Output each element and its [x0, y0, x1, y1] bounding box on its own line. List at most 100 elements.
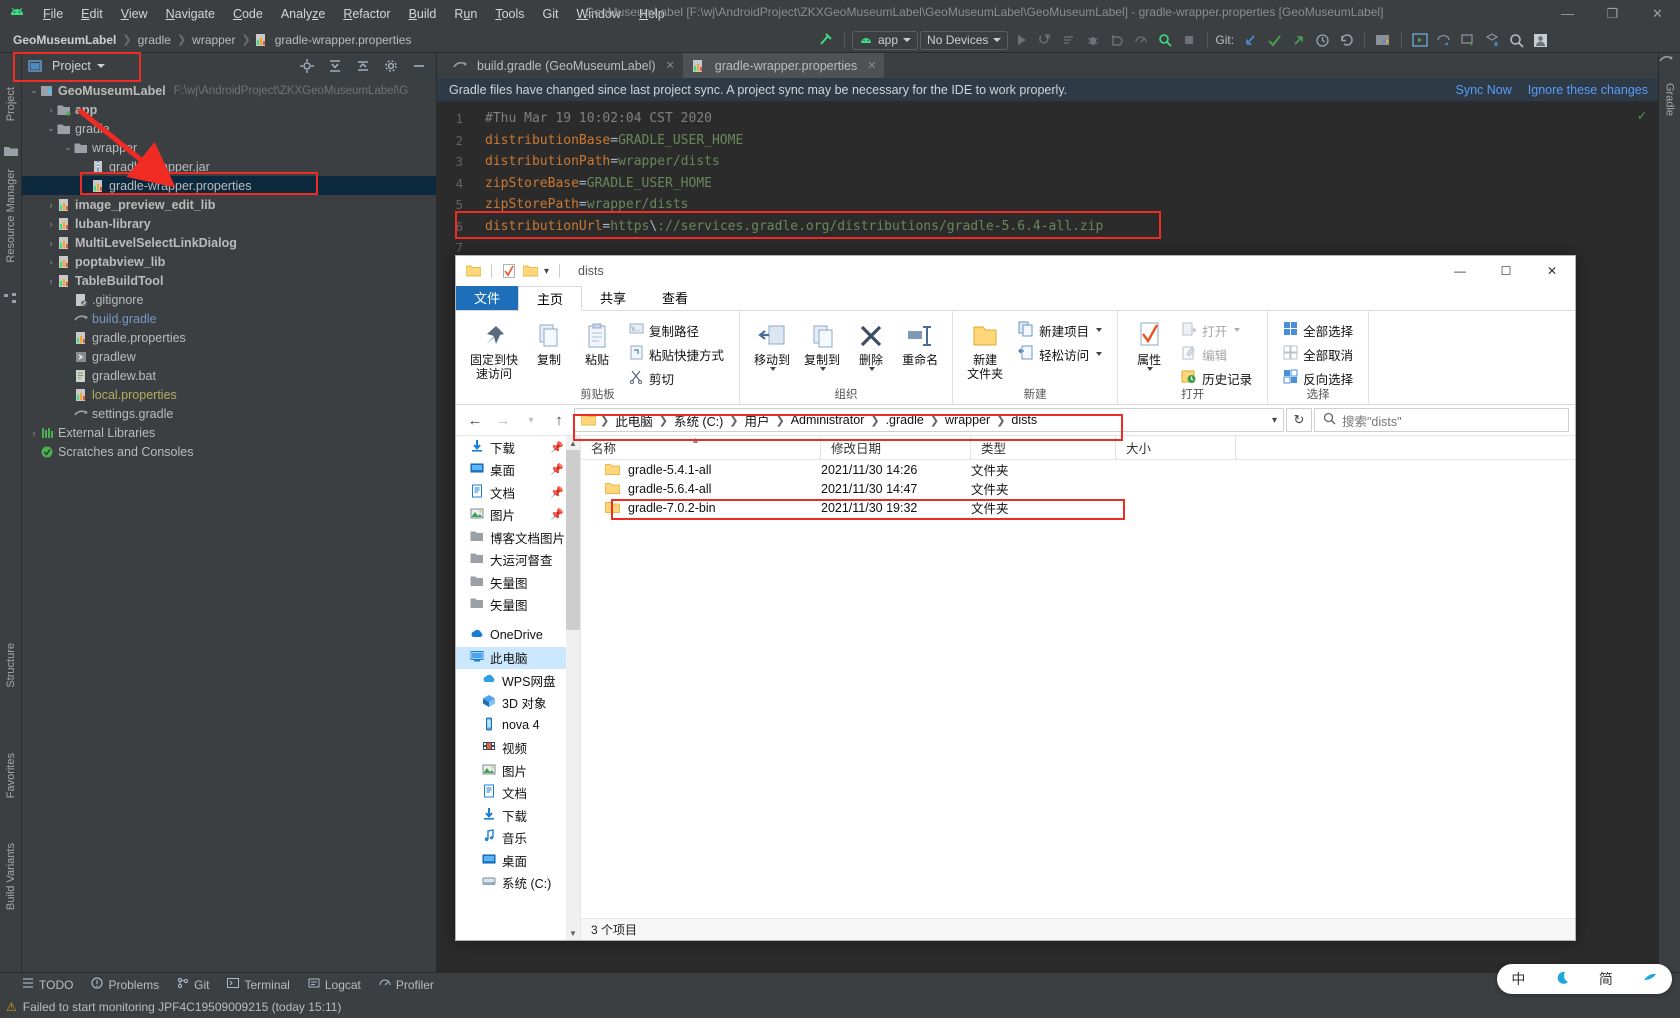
pin-icon[interactable]: 📌	[550, 486, 564, 499]
rename-button[interactable]: 重命名	[896, 315, 944, 367]
bottom-item-terminal[interactable]: Terminal	[227, 977, 290, 992]
code-line[interactable]: distributionBase=GRADLE_USER_HOME	[485, 130, 1658, 152]
locate-file-icon[interactable]	[296, 55, 318, 77]
paste-shortcut-button[interactable]: 粘贴快捷方式	[626, 344, 727, 364]
tree-expand-arrow-icon[interactable]: ⌄	[62, 142, 74, 153]
qat-chevron-down-icon[interactable]: ▾	[544, 266, 549, 277]
pin-icon[interactable]: 📌	[550, 441, 564, 454]
delete-button[interactable]: 删除	[848, 315, 894, 371]
close-button[interactable]: ✕	[1635, 0, 1680, 27]
tree-node[interactable]: › luban-library	[22, 214, 436, 233]
menu-tools[interactable]: Tools	[486, 4, 533, 24]
ribbon-tab-share[interactable]: 共享	[582, 285, 644, 310]
up-button[interactable]: ↑	[546, 408, 572, 432]
path-item-wrapper[interactable]: wrapper	[943, 412, 992, 428]
tree-expand-arrow-icon[interactable]: ›	[28, 428, 40, 438]
menu-navigate[interactable]: Navigate	[157, 4, 224, 24]
bottom-item-problems[interactable]: Problems	[91, 977, 159, 992]
tree-node[interactable]: gradlew	[22, 347, 436, 366]
menu-file[interactable]: File	[34, 4, 72, 24]
sdk-manager-icon[interactable]	[1372, 29, 1394, 51]
bottom-item-logcat[interactable]: Logcat	[308, 977, 361, 992]
column-headers[interactable]: 名称 修改日期 类型 大小 ▲	[581, 435, 1575, 460]
menu-git[interactable]: Git	[534, 4, 568, 24]
breadcrumb-item-project[interactable]: GeoMuseumLabel	[10, 31, 119, 49]
run-button[interactable]	[1010, 29, 1032, 51]
tree-node[interactable]: settings.gradle	[22, 404, 436, 423]
sync-project-icon[interactable]	[1433, 29, 1455, 51]
tree-expand-arrow-icon[interactable]: ›	[45, 276, 57, 286]
code-line[interactable]: #Thu Mar 19 10:02:04 CST 2020	[485, 108, 1658, 130]
account-avatar-icon[interactable]	[1529, 29, 1551, 51]
nav-item[interactable]: 博客文档图片	[456, 526, 580, 549]
tree-expand-arrow-icon[interactable]: ⌄	[45, 123, 57, 134]
pin-icon[interactable]: 📌	[550, 508, 564, 521]
tree-node[interactable]: .gitignore	[22, 290, 436, 309]
apply-changes-icon[interactable]	[1034, 29, 1056, 51]
rail-item-gradle[interactable]: Gradle	[1664, 83, 1676, 116]
scroll-up-arrow-icon[interactable]: ▲	[566, 436, 580, 450]
nav-item[interactable]: 下载	[456, 804, 580, 827]
chevron-down-icon[interactable]	[869, 367, 876, 371]
nav-item[interactable]: 桌面	[456, 849, 580, 872]
nav-item[interactable]: 矢量图	[456, 594, 580, 617]
nav-item[interactable]: OneDrive	[456, 624, 580, 647]
pin-icon[interactable]: 📌	[550, 463, 564, 476]
copy-path-button[interactable]: \\... 复制路径	[626, 320, 727, 340]
nav-item[interactable]: 文档	[456, 782, 580, 805]
file-rows[interactable]: gradle-5.4.1-all 2021/11/30 14:26 文件夹 gradl…	[581, 460, 1575, 918]
tree-node[interactable]: › poptabview_lib	[22, 252, 436, 271]
bottom-item-todo[interactable]: TODO	[22, 977, 73, 992]
bottom-item-git[interactable]: Git	[177, 977, 209, 992]
nav-item[interactable]: 桌面 📌	[456, 459, 580, 482]
tree-expand-arrow-icon[interactable]: ›	[45, 105, 57, 115]
project-structure-icon[interactable]	[1457, 29, 1479, 51]
tree-node[interactable]: build.gradle	[22, 309, 436, 328]
rail-item-resource-manager[interactable]: Resource Manager	[5, 169, 17, 263]
search-everywhere-icon[interactable]	[1505, 29, 1527, 51]
path-item-gradle[interactable]: .gradle	[884, 412, 926, 428]
nav-item[interactable]: nova 4	[456, 714, 580, 737]
tree-node[interactable]: › External Libraries	[22, 423, 436, 442]
sync-gradle-icon[interactable]	[1154, 29, 1176, 51]
profile-icon[interactable]	[1130, 29, 1152, 51]
tree-node[interactable]: Scratches and Consoles	[22, 442, 436, 461]
tree-node[interactable]: gradle-wrapper.properties	[22, 176, 436, 195]
column-header-type[interactable]: 类型	[971, 435, 1116, 460]
nav-item[interactable]: 下载 📌	[456, 436, 580, 459]
editor-tabs[interactable]: build.gradle (GeoMuseumLabel) ✕ gradle-w…	[437, 53, 1658, 78]
run-configuration-select[interactable]: app	[852, 30, 919, 50]
nav-item[interactable]: 图片 📌	[456, 504, 580, 527]
explorer-close-button[interactable]: ✕	[1529, 256, 1575, 286]
build-hammer-icon[interactable]	[815, 29, 837, 51]
scroll-thumb[interactable]	[566, 450, 580, 630]
ribbon-tab-file[interactable]: 文件	[456, 285, 519, 310]
git-commit-icon[interactable]	[1263, 29, 1285, 51]
avd-manager-icon[interactable]	[1409, 29, 1431, 51]
window-controls[interactable]: — ❐ ✕	[1545, 0, 1680, 27]
column-header-modified[interactable]: 修改日期	[821, 435, 971, 460]
forward-button[interactable]: →	[490, 408, 516, 432]
code-line[interactable]: zipStoreBase=GRADLE_USER_HOME	[485, 173, 1658, 195]
chevron-down-icon[interactable]	[1234, 328, 1241, 332]
chevron-down-icon[interactable]	[1147, 367, 1154, 371]
tree-expand-arrow-icon[interactable]: ›	[45, 238, 57, 248]
tree-node[interactable]: › image_preview_edit_lib	[22, 195, 436, 214]
column-header-size[interactable]: 大小	[1116, 435, 1236, 460]
menu-build[interactable]: Build	[400, 4, 446, 24]
select-none-button[interactable]: 全部取消	[1280, 344, 1356, 364]
ignore-changes-link[interactable]: Ignore these changes	[1528, 83, 1648, 97]
copy-button[interactable]: 复制	[526, 315, 572, 367]
properties-button[interactable]: 属性	[1126, 315, 1172, 371]
chevron-down-icon[interactable]	[820, 367, 827, 371]
gear-icon[interactable]	[380, 55, 402, 77]
ime-toolbar[interactable]: 中 简	[1497, 964, 1672, 994]
tree-expand-arrow-icon[interactable]: ›	[45, 219, 57, 229]
tree-node[interactable]: ⌄ GeoMuseumLabel F:\wj\AndroidProject\ZKXG…	[22, 81, 436, 100]
copy-to-button[interactable]: 复制到	[798, 315, 846, 371]
close-icon[interactable]: ✕	[867, 59, 876, 72]
git-history-icon[interactable]	[1311, 29, 1333, 51]
expand-all-icon[interactable]	[324, 55, 346, 77]
properties-quick-icon[interactable]	[502, 264, 517, 278]
git-revert-icon[interactable]	[1335, 29, 1357, 51]
